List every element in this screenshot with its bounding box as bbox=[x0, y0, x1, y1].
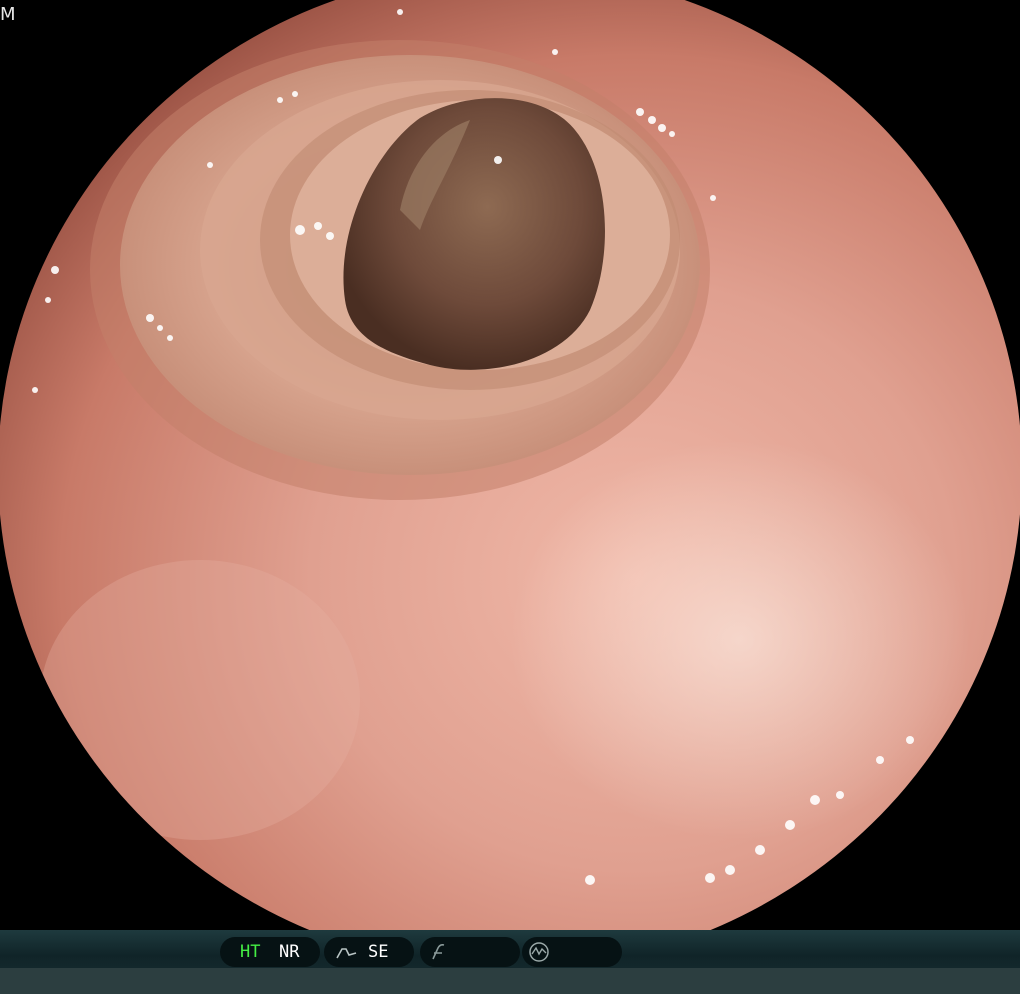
structure-enhancement-indicator: SE bbox=[324, 937, 414, 967]
sharpness-icon bbox=[430, 944, 448, 964]
ht-nr-indicator: HT NR bbox=[220, 937, 320, 967]
se-label: SE bbox=[368, 942, 389, 962]
ht-label: HT bbox=[240, 942, 261, 962]
endoscope-view: M bbox=[0, 0, 1020, 930]
endoscopic-image bbox=[0, 0, 1020, 930]
enhancement-curve-icon bbox=[336, 945, 358, 964]
nr-label: NR bbox=[279, 942, 300, 962]
sharpness-indicator bbox=[420, 937, 520, 967]
waveform-icon bbox=[528, 941, 550, 967]
status-bar-lower-strip bbox=[0, 968, 1020, 994]
processor-status-bar: HT NR SE bbox=[0, 930, 1020, 994]
waveform-indicator bbox=[522, 937, 622, 967]
